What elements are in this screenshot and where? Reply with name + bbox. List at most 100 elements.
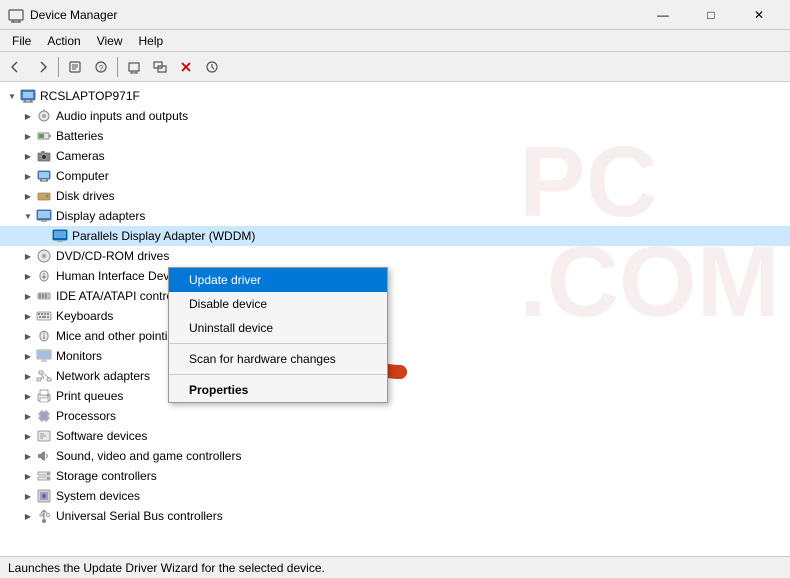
status-text: Launches the Update Driver Wizard for th… xyxy=(8,561,325,575)
batteries-label: Batteries xyxy=(56,129,103,143)
tree-item-dvd[interactable]: ▶ DVD/CD-ROM drives xyxy=(0,246,790,266)
tree-item-network[interactable]: ▶ Network adapters xyxy=(0,366,790,386)
processors-label: Processors xyxy=(56,409,116,423)
app-icon xyxy=(8,7,24,23)
menu-help[interactable]: Help xyxy=(131,30,172,51)
tree-item-storage[interactable]: ▶ Storage controllers xyxy=(0,466,790,486)
close-button[interactable]: ✕ xyxy=(736,0,782,30)
expand-keyboards[interactable]: ▶ xyxy=(20,308,36,324)
expand-usb[interactable]: ▶ xyxy=(20,508,36,524)
toolbar-scan[interactable] xyxy=(200,55,224,79)
printer-icon xyxy=(36,388,52,404)
ctx-disable-device[interactable]: Disable device xyxy=(169,292,387,316)
main-content: PC.COM ▼ RCSLAPTOP971F ▶ xyxy=(0,82,790,556)
tree-item-audio[interactable]: ▶ Audio inputs and outputs xyxy=(0,106,790,126)
parallels-icon xyxy=(52,228,68,244)
network-label: Network adapters xyxy=(56,369,150,383)
usb-label: Universal Serial Bus controllers xyxy=(56,509,223,523)
tree-item-computer[interactable]: ▶ Computer xyxy=(0,166,790,186)
tree-item-sound[interactable]: ▶ Sound, video and game controllers xyxy=(0,446,790,466)
monitor-icon xyxy=(36,348,52,364)
window-title: Device Manager xyxy=(30,8,640,22)
display-icon xyxy=(36,208,52,224)
ctx-update-driver[interactable]: Update driver xyxy=(169,268,387,292)
expand-network[interactable]: ▶ xyxy=(20,368,36,384)
system-label: System devices xyxy=(56,489,140,503)
maximize-button[interactable]: □ xyxy=(688,0,734,30)
tree-root[interactable]: ▼ RCSLAPTOP971F xyxy=(0,86,790,106)
tree-item-parallels[interactable]: ▶ Parallels Display Adapter (WDDM) xyxy=(0,226,790,246)
menu-file[interactable]: File xyxy=(4,30,39,51)
tree-item-hid[interactable]: ▶ Human Interface Devices xyxy=(0,266,790,286)
window-controls: — □ ✕ xyxy=(640,0,782,30)
context-menu: Update driver Disable device Uninstall d… xyxy=(168,267,388,403)
expand-audio[interactable]: ▶ xyxy=(20,108,36,124)
minimize-button[interactable]: — xyxy=(640,0,686,30)
toolbar-back[interactable] xyxy=(4,55,28,79)
expand-dvd[interactable]: ▶ xyxy=(20,248,36,264)
processor-icon xyxy=(36,408,52,424)
toolbar-update-driver[interactable]: ? xyxy=(89,55,113,79)
toolbar-remove[interactable] xyxy=(174,55,198,79)
expand-monitors[interactable]: ▶ xyxy=(20,348,36,364)
expand-ide[interactable]: ▶ xyxy=(20,288,36,304)
hid-icon xyxy=(36,268,52,284)
tree-item-display[interactable]: ▼ Display adapters xyxy=(0,206,790,226)
audio-label: Audio inputs and outputs xyxy=(56,109,188,123)
expand-print[interactable]: ▶ xyxy=(20,388,36,404)
tree-item-batteries[interactable]: ▶ Batteries xyxy=(0,126,790,146)
expand-software[interactable]: ▶ xyxy=(20,428,36,444)
tree-item-system[interactable]: ▶ System devices xyxy=(0,486,790,506)
root-label: RCSLAPTOP971F xyxy=(40,89,140,103)
computer-sm-icon xyxy=(36,168,52,184)
dvd-icon xyxy=(36,248,52,264)
ctx-separator-2 xyxy=(169,374,387,375)
expand-parallels: ▶ xyxy=(36,228,52,244)
expand-processors[interactable]: ▶ xyxy=(20,408,36,424)
expand-computer[interactable]: ▶ xyxy=(20,168,36,184)
expand-batteries[interactable]: ▶ xyxy=(20,128,36,144)
print-label: Print queues xyxy=(56,389,123,403)
expand-system[interactable]: ▶ xyxy=(20,488,36,504)
expand-mice[interactable]: ▶ xyxy=(20,328,36,344)
ide-icon xyxy=(36,288,52,304)
toolbar-btn4[interactable] xyxy=(148,55,172,79)
toolbar-btn3[interactable] xyxy=(122,55,146,79)
menu-view[interactable]: View xyxy=(89,30,131,51)
expand-root[interactable]: ▼ xyxy=(4,88,20,104)
expand-display[interactable]: ▼ xyxy=(20,208,36,224)
tree-item-print[interactable]: ▶ Print queues xyxy=(0,386,790,406)
keyboard-icon xyxy=(36,308,52,324)
tree-item-usb[interactable]: ▶ Universal Serial Bus controllers xyxy=(0,506,790,526)
parallels-label: Parallels Display Adapter (WDDM) xyxy=(72,229,255,243)
expand-disk[interactable]: ▶ xyxy=(20,188,36,204)
expand-cameras[interactable]: ▶ xyxy=(20,148,36,164)
toolbar-forward[interactable] xyxy=(30,55,54,79)
ctx-properties[interactable]: Properties xyxy=(169,378,387,402)
tree-item-mice[interactable]: ▶ Mice and other pointing devices xyxy=(0,326,790,346)
tree-item-software[interactable]: ▶ Software devices xyxy=(0,426,790,446)
toolbar: ? xyxy=(0,52,790,82)
tree-item-cameras[interactable]: ▶ Cameras xyxy=(0,146,790,166)
expand-sound[interactable]: ▶ xyxy=(20,448,36,464)
toolbar-properties[interactable] xyxy=(63,55,87,79)
menu-action[interactable]: Action xyxy=(39,30,88,51)
sound-icon xyxy=(36,448,52,464)
tree-item-monitors[interactable]: ▶ Monitors xyxy=(0,346,790,366)
tree-item-ide[interactable]: ▶ IDE ATA/ATAPI controllers xyxy=(0,286,790,306)
keyboards-label: Keyboards xyxy=(56,309,113,323)
expand-storage[interactable]: ▶ xyxy=(20,468,36,484)
ctx-uninstall-device[interactable]: Uninstall device xyxy=(169,316,387,340)
mouse-icon xyxy=(36,328,52,344)
tree-item-disk[interactable]: ▶ Disk drives xyxy=(0,186,790,206)
status-bar: Launches the Update Driver Wizard for th… xyxy=(0,556,790,578)
tree-item-processors[interactable]: ▶ Processors xyxy=(0,406,790,426)
ctx-scan-hardware[interactable]: Scan for hardware changes xyxy=(169,347,387,371)
tree-item-keyboards[interactable]: ▶ Keyboards xyxy=(0,306,790,326)
system-icon xyxy=(36,488,52,504)
battery-icon xyxy=(36,128,52,144)
computer-icon xyxy=(20,88,36,104)
title-bar: Device Manager — □ ✕ xyxy=(0,0,790,30)
expand-hid[interactable]: ▶ xyxy=(20,268,36,284)
device-tree[interactable]: PC.COM ▼ RCSLAPTOP971F ▶ xyxy=(0,82,790,556)
